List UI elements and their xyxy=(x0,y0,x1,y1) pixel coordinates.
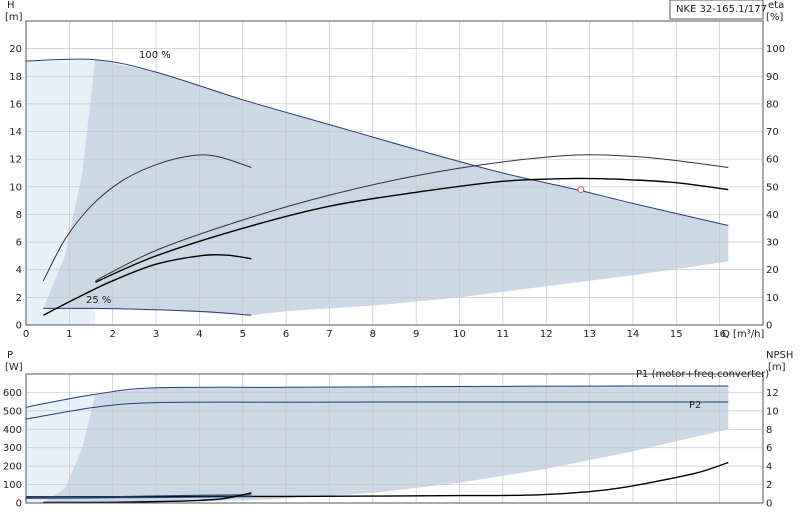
top-left-tick-label: 14 xyxy=(9,127,22,138)
title-box-label: NKE 32-165.1/177 xyxy=(676,4,767,15)
bottom-left-tick-label: 400 xyxy=(3,425,22,436)
bottom-left-tick-label: 0 xyxy=(16,499,22,510)
top-left-tick-label: 0 xyxy=(16,321,22,332)
x-tick-label: 5 xyxy=(240,329,246,340)
top-duty-point xyxy=(577,186,585,194)
x-tick-label: 0 xyxy=(23,329,29,340)
top-right-axis-unit: [%] xyxy=(766,12,783,23)
x-tick-label: 2 xyxy=(110,329,116,340)
top-left-tick-label: 20 xyxy=(9,44,22,55)
p1-series-label: P1 (motor+freq.converter) xyxy=(636,369,769,380)
top-right-tick-label: 70 xyxy=(766,127,779,138)
x-tick-label: 1 xyxy=(66,329,72,340)
x-tick-label: 8 xyxy=(370,329,376,340)
top-left-tick-label: 4 xyxy=(16,265,22,276)
top-left-tick-label: 18 xyxy=(9,72,22,83)
bottom-right-axis-unit: [m] xyxy=(768,362,786,373)
top-right-tick-label: 30 xyxy=(766,238,779,249)
bottom-left-axis-name: P xyxy=(7,350,13,361)
top-left-axis-name: H xyxy=(7,0,15,11)
x-tick-label: 12 xyxy=(540,329,553,340)
x-tick-label: 10 xyxy=(453,329,466,340)
top-left-tick-label: 2 xyxy=(16,293,22,304)
top-left-tick-label: 6 xyxy=(16,238,22,249)
top-left-tick-label: 10 xyxy=(9,182,22,193)
x-tick-label: 9 xyxy=(413,329,419,340)
p2-series-label: P2 xyxy=(689,400,701,411)
top-left-axis-unit: [m] xyxy=(5,12,23,23)
x-tick-label: 3 xyxy=(153,329,159,340)
bottom-left-tick-label: 500 xyxy=(3,406,22,417)
x-tick-label: 15 xyxy=(670,329,683,340)
x-tick-label: 7 xyxy=(326,329,332,340)
top-right-tick-label: 100 xyxy=(766,44,785,55)
bottom-left-tick-label: 200 xyxy=(3,462,22,473)
x-tick-label: 11 xyxy=(497,329,510,340)
top-right-tick-label: 90 xyxy=(766,72,779,83)
x-tick-label: 6 xyxy=(283,329,289,340)
head-efficiency-panel: 0246810121416182001020304050607080901000… xyxy=(9,20,785,340)
bottom-left-tick-label: 300 xyxy=(3,443,22,454)
top-left-tick-label: 16 xyxy=(9,99,22,110)
top-right-tick-label: 60 xyxy=(766,155,779,166)
top-left-tick-label: 8 xyxy=(16,210,22,221)
bottom-left-tick-label: 100 xyxy=(3,480,22,491)
power-npsh-panel: 0 100 200 300 400 500 600 0 2 4 6 8 10 12 xyxy=(3,373,779,510)
top-right-tick-label: 40 xyxy=(766,210,779,221)
x-tick-label: 14 xyxy=(627,329,640,340)
bottom-right-tick-label: 6 xyxy=(766,443,772,454)
bottom-left-tick-label: 600 xyxy=(3,388,22,399)
top-right-tick-label: 20 xyxy=(766,265,779,276)
top-right-tick-label: 0 xyxy=(766,321,772,332)
x-tick-label: 13 xyxy=(583,329,596,340)
min-speed-label: 25 % xyxy=(86,295,111,306)
top-right-tick-label: 10 xyxy=(766,293,779,304)
bottom-right-tick-label: 8 xyxy=(766,425,772,436)
bottom-right-tick-label: 2 xyxy=(766,480,772,491)
bottom-left-axis-unit: [W] xyxy=(5,362,23,373)
x-axis-label: Q [m³/h] xyxy=(722,329,764,340)
pump-performance-chart: 0246810121416182001020304050607080901000… xyxy=(3,0,793,510)
bottom-right-tick-label: 0 xyxy=(766,499,772,510)
top-right-axis-name: eta xyxy=(768,0,784,11)
x-tick-label: 4 xyxy=(196,329,202,340)
max-speed-label: 100 % xyxy=(139,50,171,61)
bottom-right-tick-label: 4 xyxy=(766,462,772,473)
bottom-right-tick-label: 10 xyxy=(766,406,779,417)
top-right-tick-label: 50 xyxy=(766,182,779,193)
bottom-right-axis-name: NPSH xyxy=(766,350,793,361)
top-left-tick-label: 12 xyxy=(9,155,22,166)
bottom-right-tick-label: 12 xyxy=(766,388,779,399)
top-right-tick-label: 80 xyxy=(766,99,779,110)
